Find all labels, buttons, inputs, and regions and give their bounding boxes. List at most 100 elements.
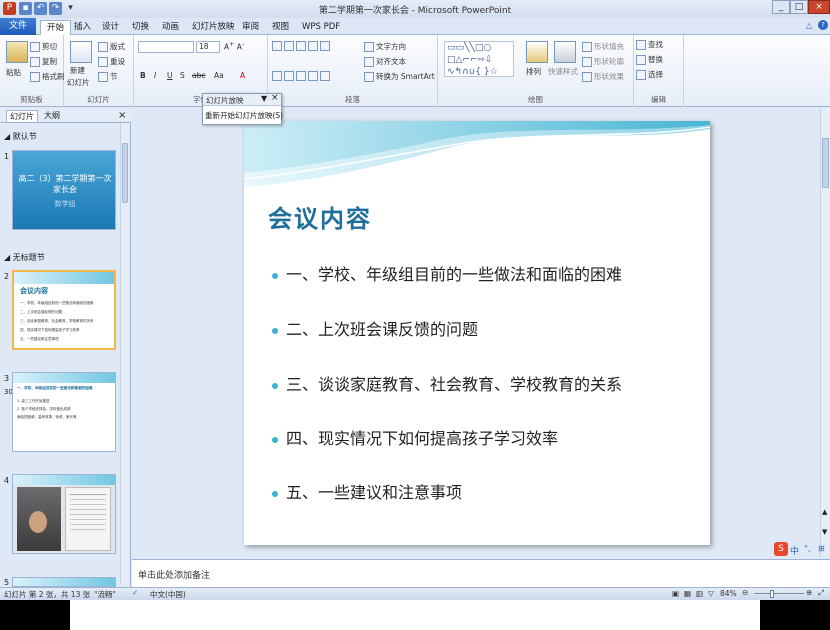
tab-insert[interactable]: 插入 bbox=[68, 20, 97, 35]
notes-pane[interactable]: 单击此处添加备注 S 中 °, ⊞ bbox=[132, 542, 830, 587]
status-bar: 幻灯片 第 2 张，共 13 张 "流畅" ✓ 中文(中国) ▣ ▦ ▥ ▽ 8… bbox=[0, 587, 830, 600]
slide-thumbnail-3[interactable]: 一、学校、年级组目前的一些做法和面临的困难 1. 高三工作开始推进 2. 各个学… bbox=[12, 372, 116, 452]
format-painter-button[interactable]: 格式刷 bbox=[30, 71, 65, 82]
new-slide-icon[interactable] bbox=[70, 41, 92, 63]
slide-title[interactable]: 会议内容 bbox=[268, 199, 372, 234]
layout-button[interactable]: 版式 bbox=[98, 41, 125, 52]
shape-effects-button[interactable]: 形状效果 bbox=[582, 71, 624, 82]
panel-scrollbar[interactable] bbox=[120, 123, 129, 585]
notes-placeholder[interactable]: 单击此处添加备注 bbox=[138, 568, 210, 581]
tab-design[interactable]: 设计 bbox=[96, 20, 125, 35]
tab-view[interactable]: 视图 bbox=[266, 20, 295, 35]
language[interactable]: 中文(中国) bbox=[150, 589, 186, 600]
normal-view-icon[interactable]: ▣ bbox=[672, 589, 679, 598]
grow-font-button[interactable]: A+ A- bbox=[224, 41, 244, 52]
slide-thumbnail-4[interactable] bbox=[12, 474, 116, 554]
reset-button[interactable]: 重设 bbox=[98, 56, 125, 67]
shape-outline-button[interactable]: 形状轮廓 bbox=[582, 56, 624, 67]
tab-animations[interactable]: 动画 bbox=[156, 20, 185, 35]
text-direction-button[interactable]: 文字方向 bbox=[364, 41, 406, 52]
minimize-button[interactable]: _ bbox=[772, 0, 790, 14]
tab-home[interactable]: 开始 bbox=[40, 20, 72, 35]
section-untitled[interactable]: ◢ 无标题节 bbox=[4, 252, 45, 263]
ime-punct-icon[interactable]: °, bbox=[804, 544, 811, 553]
slide-bullet-2[interactable]: 二、上次班会课反馈的问题 bbox=[272, 316, 478, 340]
close-button[interactable]: × bbox=[808, 0, 830, 14]
maximize-button[interactable]: □ bbox=[790, 0, 808, 14]
quick-styles-button[interactable]: 快速样式 bbox=[548, 66, 578, 77]
tab-slideshow[interactable]: 幻灯片放映 bbox=[186, 20, 241, 35]
section-default[interactable]: ◢ 默认节 bbox=[4, 131, 37, 142]
strike-abc-button[interactable]: abc bbox=[192, 71, 205, 80]
slide-scroll-thumb[interactable] bbox=[822, 138, 829, 188]
slideshow-view-icon[interactable]: ▽ bbox=[708, 589, 714, 598]
ime-keyboard-icon[interactable]: ⊞ bbox=[818, 544, 825, 553]
powerpoint-window: P ▪ ↶ ↷ ▾ 第二学期第一次家长会 - Microsoft PowerPo… bbox=[0, 0, 830, 600]
section-button[interactable]: 节 bbox=[98, 71, 118, 82]
sorter-view-icon[interactable]: ▦ bbox=[684, 589, 691, 598]
new-slide-label[interactable]: 新建 bbox=[70, 65, 85, 76]
shape-fill-button[interactable]: 形状填充 bbox=[582, 41, 624, 52]
popup-dropdown-icon[interactable]: ▼ bbox=[261, 94, 267, 103]
find-button[interactable]: 查找 bbox=[636, 39, 663, 50]
slide-thumbnail-5[interactable] bbox=[12, 577, 116, 587]
current-slide[interactable]: 会议内容 一、学校、年级组目前的一些做法和面临的困难 二、上次班会课反馈的问题 … bbox=[244, 121, 710, 545]
ime-mode-label[interactable]: 中 bbox=[790, 544, 799, 557]
thumb4-wave bbox=[13, 475, 115, 485]
close-panel-icon[interactable]: × bbox=[118, 110, 126, 121]
underline-button[interactable]: U bbox=[167, 71, 173, 80]
slide-bullet-4[interactable]: 四、现实情况下如何提高孩子学习效率 bbox=[272, 425, 558, 449]
zoom-slider[interactable] bbox=[754, 593, 804, 594]
popup-close-icon[interactable]: × bbox=[271, 93, 279, 103]
cut-button[interactable]: 剪切 bbox=[30, 41, 57, 52]
zoom-level[interactable]: 84% bbox=[720, 589, 737, 598]
sogou-ime-icon[interactable]: S bbox=[774, 542, 788, 556]
font-name-field[interactable] bbox=[138, 41, 194, 53]
quick-styles-icon[interactable] bbox=[554, 41, 576, 63]
reading-view-icon[interactable]: ▥ bbox=[696, 589, 703, 598]
select-button[interactable]: 选择 bbox=[636, 69, 663, 80]
slide-bullet-3[interactable]: 三、谈谈家庭教育、社会教育、学校教育的关系 bbox=[272, 371, 622, 395]
tab-file[interactable]: 文件 bbox=[0, 18, 36, 35]
slide-thumbnail-1[interactable]: 高二（3）第二学期第一次家长会 数学组 bbox=[12, 150, 116, 230]
arrange-button[interactable]: 排列 bbox=[526, 66, 541, 77]
change-case-button[interactable]: Aa bbox=[214, 71, 224, 80]
bullets-button[interactable] bbox=[272, 41, 332, 51]
italic-button[interactable]: I bbox=[154, 71, 156, 80]
tab-outline[interactable]: 大纲 bbox=[44, 110, 60, 121]
paste-icon[interactable] bbox=[6, 41, 28, 63]
strikethrough-button[interactable]: S bbox=[180, 71, 185, 80]
panel-scroll-thumb[interactable] bbox=[122, 143, 128, 203]
font-color-button[interactable]: A bbox=[240, 71, 245, 80]
tab-review[interactable]: 审阅 bbox=[236, 20, 265, 35]
spellcheck-icon[interactable]: ✓ bbox=[132, 588, 138, 597]
slide-scrollbar[interactable]: ▲ ▼ bbox=[820, 108, 830, 557]
arrange-icon[interactable] bbox=[526, 41, 548, 63]
zoom-slider-thumb[interactable] bbox=[770, 590, 774, 598]
zoom-out-icon[interactable]: ⊖ bbox=[742, 588, 748, 597]
align-text-button[interactable]: 对齐文本 bbox=[364, 56, 406, 67]
paste-button[interactable]: 粘贴 bbox=[6, 67, 21, 78]
zoom-in-icon[interactable]: ⊕ bbox=[806, 588, 812, 597]
replace-button[interactable]: 替换 bbox=[636, 54, 663, 65]
slide-thumbnail-2[interactable]: 会议内容 一、学校、年级组目前的一些做法和面临的困难 二、上次班会课反馈的问题 … bbox=[12, 270, 116, 350]
bold-button[interactable]: B bbox=[140, 71, 146, 80]
bottom-blank-area bbox=[70, 600, 760, 630]
smartart-button[interactable]: 转换为 SmartArt bbox=[364, 71, 435, 82]
tab-slides[interactable]: 幻灯片 bbox=[6, 110, 38, 123]
copy-button[interactable]: 复制 bbox=[30, 56, 57, 67]
slide-bullet-1[interactable]: 一、学校、年级组目前的一些做法和面临的困难 bbox=[272, 261, 622, 285]
shapes-gallery[interactable]: ▭▭╲╲□○ □△⌐⌐⇨⇩ ∿↰∩∪{ }☆ bbox=[444, 41, 514, 77]
prev-slide-icon[interactable]: ▲ bbox=[822, 508, 827, 516]
help-icon[interactable]: ? bbox=[818, 20, 828, 30]
next-slide-icon[interactable]: ▼ bbox=[822, 528, 827, 536]
ribbon-minimize-icon[interactable]: △ bbox=[806, 21, 812, 30]
new-slide-dropdown[interactable]: 幻灯片 bbox=[67, 77, 90, 88]
tab-wps-pdf[interactable]: WPS PDF bbox=[296, 20, 346, 35]
restart-slideshow-item[interactable]: 重新开始幻灯片放映(S) bbox=[205, 110, 283, 121]
tab-transitions[interactable]: 切换 bbox=[126, 20, 155, 35]
fit-window-icon[interactable]: ⤢ bbox=[818, 588, 824, 598]
align-buttons[interactable] bbox=[272, 71, 332, 81]
font-size-field[interactable]: 18 bbox=[196, 41, 220, 53]
slide-bullet-5[interactable]: 五、一些建议和注意事项 bbox=[272, 479, 462, 503]
